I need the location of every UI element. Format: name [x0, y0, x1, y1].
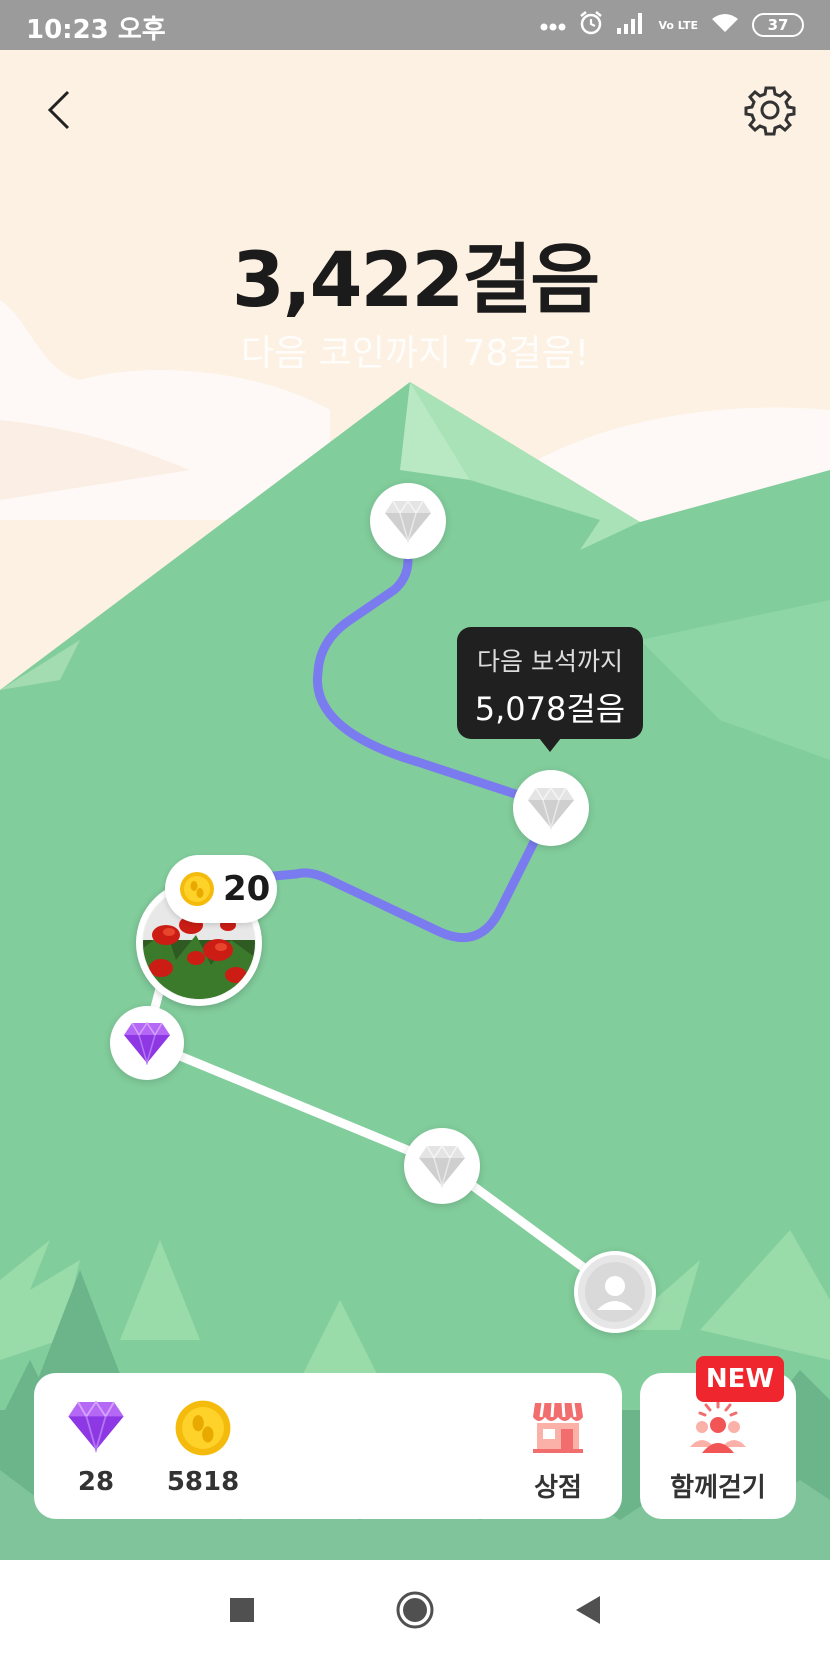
back-nav-button[interactable]	[562, 1584, 614, 1636]
purple-diamond-icon	[124, 1021, 170, 1065]
profile-icon	[585, 1262, 645, 1322]
step-count: 3,422걸음	[231, 235, 600, 324]
next-gem-tooltip: 다음 보석까지 5,078걸음	[457, 627, 643, 752]
circle-icon	[396, 1591, 434, 1629]
coin-count: 5818	[166, 1467, 240, 1497]
shop-icon	[533, 1402, 583, 1453]
more-dots-icon	[540, 16, 566, 35]
wifi-icon	[710, 12, 740, 38]
battery-icon: 37	[752, 13, 804, 37]
signal-icon	[616, 12, 646, 38]
shop-button[interactable]: 상점	[514, 1373, 602, 1519]
alarm-icon	[578, 10, 604, 40]
purple-diamond-icon	[68, 1400, 124, 1453]
settings-icon	[744, 86, 796, 136]
home-button[interactable]	[389, 1584, 441, 1636]
coin-counter[interactable]: 5818	[148, 1373, 258, 1519]
tooltip-label: 다음 보석까지	[477, 647, 623, 676]
coin-reward-bubble[interactable]: 20	[165, 855, 277, 923]
diamond-icon	[419, 1144, 465, 1188]
gem-node-passed[interactable]	[404, 1128, 480, 1204]
gem-node-top[interactable]	[370, 483, 446, 559]
gem-node-earned[interactable]	[110, 1006, 184, 1080]
gem-count: 28	[77, 1467, 115, 1497]
walk-together-label: 함께걷기	[670, 1473, 766, 1503]
volte-icon: Vo LTE	[658, 18, 698, 32]
shop-label: 상점	[534, 1473, 582, 1503]
recents-button[interactable]	[216, 1584, 268, 1636]
status-bar: 10:23 오후 Vo LTE 37	[0, 0, 830, 50]
triangle-back-icon	[576, 1596, 600, 1624]
back-icon	[47, 90, 70, 130]
square-icon	[230, 1598, 254, 1622]
user-profile-node[interactable]	[574, 1251, 656, 1333]
navigation-bar	[0, 1560, 830, 1660]
walk-together-icon	[690, 1399, 746, 1453]
coin-reward-value: 20	[223, 869, 271, 909]
coin-icon	[180, 872, 214, 906]
diamond-icon	[528, 786, 574, 830]
gem-node-next[interactable]	[513, 770, 589, 846]
new-badge: NEW	[696, 1356, 784, 1402]
next-coin-text: 다음 코인까지 78걸음!	[240, 333, 590, 374]
bottom-panel: 28 5818 상점	[34, 1373, 622, 1519]
back-button[interactable]	[36, 80, 86, 140]
gem-counter[interactable]: 28	[56, 1373, 136, 1519]
status-time: 10:23 오후	[26, 15, 166, 45]
coin-icon	[175, 1400, 231, 1456]
status-icons: Vo LTE 37	[540, 8, 804, 42]
walk-app-screen: 10:23 오후 Vo LTE 37 3,422걸음 다음 코인까지 78걸음!…	[0, 0, 830, 1660]
diamond-icon	[385, 499, 431, 543]
settings-button[interactable]	[744, 84, 796, 136]
tooltip-value: 5,078걸음	[474, 690, 626, 728]
